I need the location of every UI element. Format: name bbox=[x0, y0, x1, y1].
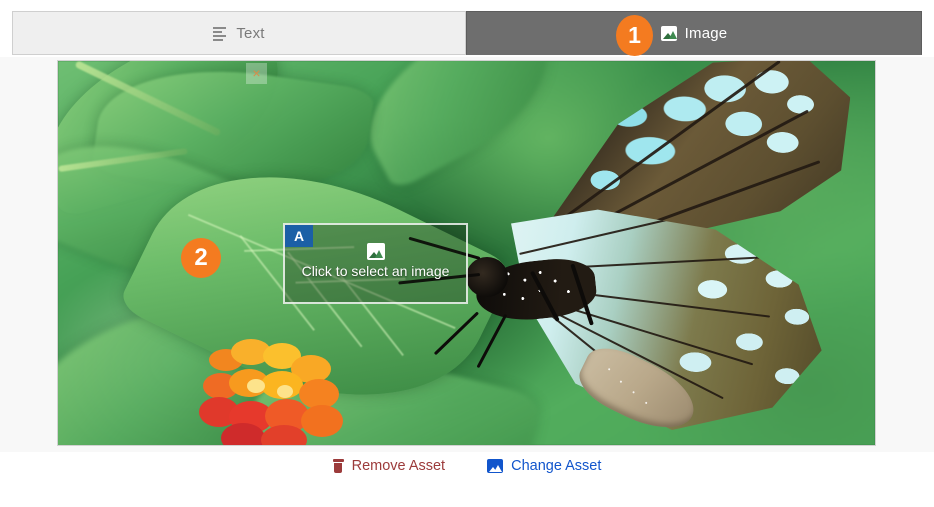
asset-canvas-panel: A Click to select an image × 2 bbox=[0, 57, 934, 452]
wing-vein bbox=[536, 61, 780, 239]
picture-icon bbox=[366, 243, 385, 260]
lantana-flower bbox=[199, 339, 378, 445]
asset-placeholder-box[interactable]: A Click to select an image bbox=[283, 223, 468, 304]
change-asset-label: Change Asset bbox=[511, 458, 602, 474]
butterfly-leg bbox=[476, 313, 508, 369]
text-lines-icon bbox=[213, 26, 228, 41]
flower-core bbox=[277, 385, 293, 398]
callout-badge-1: 1 bbox=[616, 15, 653, 56]
flower-core bbox=[247, 379, 265, 393]
asset-type-tabbar: Text Image 1 bbox=[0, 0, 934, 57]
asset-action-bar: Remove Asset Change Asset bbox=[0, 452, 934, 507]
tab-text-inner: Text bbox=[213, 25, 264, 42]
butterfly-head bbox=[466, 257, 508, 297]
butterfly bbox=[398, 61, 875, 445]
asset-placeholder-content: Click to select an image bbox=[285, 243, 466, 279]
asset-image-preview[interactable]: A Click to select an image × bbox=[57, 60, 876, 446]
tab-text-label: Text bbox=[236, 24, 265, 42]
petal bbox=[301, 405, 343, 437]
butterfly-leg bbox=[433, 311, 480, 356]
trash-icon bbox=[332, 459, 344, 473]
close-icon[interactable]: × bbox=[246, 63, 267, 84]
petal bbox=[221, 423, 265, 445]
callout-badge-2: 2 bbox=[181, 238, 221, 278]
tab-image[interactable]: Image bbox=[466, 11, 922, 55]
picture-icon bbox=[660, 25, 677, 41]
remove-asset-button[interactable]: Remove Asset bbox=[332, 458, 446, 474]
remove-asset-label: Remove Asset bbox=[351, 458, 446, 474]
tab-image-inner: Image bbox=[660, 24, 728, 42]
change-asset-button[interactable]: Change Asset bbox=[487, 458, 601, 474]
tab-image-label: Image bbox=[684, 24, 728, 42]
picture-icon bbox=[487, 459, 504, 473]
tab-text[interactable]: Text bbox=[12, 11, 466, 55]
asset-placeholder-prompt: Click to select an image bbox=[301, 263, 450, 279]
